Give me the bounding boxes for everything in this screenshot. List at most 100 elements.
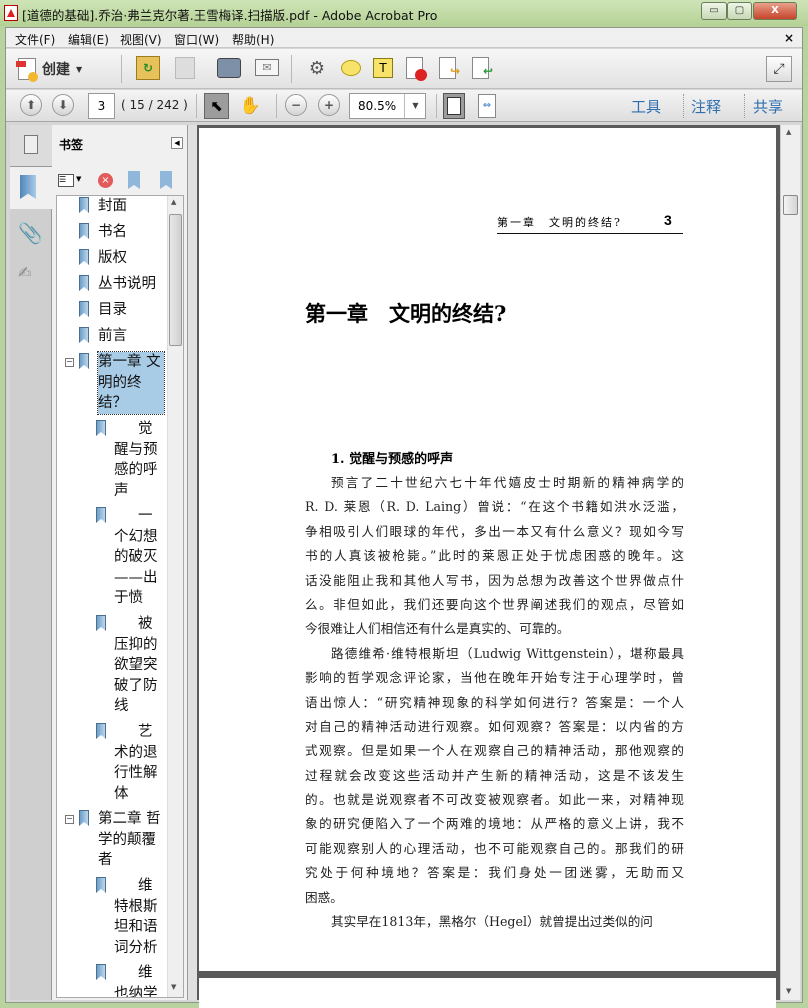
email-icon[interactable]: ✉ bbox=[255, 59, 279, 76]
comment-pane-button[interactable]: 注释 bbox=[691, 96, 721, 117]
hand-tool-icon[interactable]: ✋ bbox=[238, 93, 263, 119]
menu-edit[interactable]: 编辑(E) bbox=[68, 31, 109, 48]
scroll-down-arrow[interactable]: ▼ bbox=[786, 987, 791, 995]
text-line: 预言了二十世纪六七十年代嬉皮士时期新的精神病学的 bbox=[331, 475, 684, 490]
extract-page-icon[interactable]: ↩ bbox=[472, 57, 493, 79]
bookmark-item[interactable]: 维也纳学 bbox=[57, 963, 183, 998]
text-line: 式观察。但是如果一个人在观察自己的精神活动，那他观察的 bbox=[305, 743, 684, 759]
bookmark-label: 前言 bbox=[98, 328, 127, 344]
bookmark-label: 维也纳学 bbox=[114, 965, 158, 998]
document-scrollbar[interactable]: ▲ ▼ bbox=[780, 125, 800, 1000]
bookmark-item[interactable]: 丛书说明 bbox=[57, 274, 183, 300]
bookmark-item[interactable]: − 第二章 哲学的颠覆者 bbox=[57, 809, 183, 876]
chevron-down-icon[interactable]: ▼ bbox=[404, 94, 426, 118]
print-icon[interactable] bbox=[217, 58, 241, 78]
fullscreen-icon[interactable]: ⤢ bbox=[766, 56, 792, 82]
bookmark-item[interactable]: 书名 bbox=[57, 222, 183, 248]
zoom-out-button[interactable]: − bbox=[285, 94, 307, 116]
scroll-up-arrow[interactable]: ▲ bbox=[171, 198, 176, 206]
bookmark-label: 维特根斯坦和语词分析 bbox=[114, 878, 158, 956]
text-line: 对自己的精神活动进行观察。如何观察？答案是：以内省的方 bbox=[305, 718, 684, 734]
save-icon[interactable] bbox=[175, 57, 195, 79]
bookmark-item[interactable]: 目录 bbox=[57, 300, 183, 326]
page-number-input[interactable]: 3 bbox=[88, 93, 115, 119]
bookmark-label: 被压抑的欲望突破了防线 bbox=[114, 616, 158, 714]
menu-help[interactable]: 帮助(H) bbox=[232, 31, 274, 48]
menu-view[interactable]: 视图(V) bbox=[120, 31, 162, 48]
close-button[interactable]: X bbox=[753, 2, 797, 20]
new-bookmark-icon[interactable] bbox=[128, 171, 140, 189]
attachments-tab-paperclip-icon[interactable]: 📎 bbox=[18, 221, 43, 245]
bookmark-item[interactable]: 前言 bbox=[57, 326, 183, 352]
bookmark-label: 一个幻想的破灭——出于愤 bbox=[114, 508, 158, 606]
bookmark-item[interactable]: 一个幻想的破灭——出于愤 bbox=[57, 506, 183, 614]
bookmark-item[interactable]: 被压抑的欲望突破了防线 bbox=[57, 614, 183, 722]
menu-file[interactable]: 文件(F) bbox=[15, 31, 55, 48]
text-line: 路德维希·维特根斯坦（Ludwig Wittgenstein），堪称最具 bbox=[331, 645, 684, 661]
previous-page-button[interactable]: ⬆ bbox=[20, 94, 42, 116]
bookmark-item[interactable]: 维特根斯坦和语词分析 bbox=[57, 876, 183, 963]
options-menu-icon[interactable]: ☰ bbox=[58, 174, 74, 187]
chevron-down-icon: ▼ bbox=[76, 64, 83, 74]
scrollbar-thumb[interactable] bbox=[169, 214, 182, 346]
chevron-down-icon[interactable]: ▼ bbox=[76, 175, 81, 183]
comment-icon[interactable] bbox=[341, 60, 361, 76]
gear-icon[interactable]: ⚙ bbox=[306, 57, 328, 79]
bookmark-item[interactable]: 艺术的退行性解体 bbox=[57, 722, 183, 809]
divider bbox=[436, 94, 437, 118]
zoom-select[interactable]: 80.5% ▼ bbox=[349, 93, 426, 119]
tools-pane-button[interactable]: 工具 bbox=[631, 96, 661, 117]
bookmark-item[interactable]: 封面 bbox=[57, 196, 183, 222]
menu-window[interactable]: 窗口(W) bbox=[174, 31, 219, 48]
open-folder-icon[interactable]: ↻ bbox=[136, 56, 160, 80]
bookmark-icon bbox=[96, 420, 106, 436]
minimize-button[interactable]: ▭ bbox=[701, 2, 727, 20]
fit-width-icon[interactable]: ⇔ bbox=[478, 94, 496, 118]
body-text: 预言了二十世纪六七十年代嬉皮士时期新的精神病学的 R. D. 莱恩（R. D. L… bbox=[305, 471, 684, 934]
replace-page-icon[interactable]: ↪ bbox=[439, 57, 460, 79]
text-line: 过程就会改变这些活动并产生新的精神活动，这是不该发生 bbox=[305, 767, 684, 783]
signatures-tab-icon[interactable]: ✍ bbox=[18, 263, 31, 282]
create-button[interactable]: 创建 ▼ bbox=[16, 56, 108, 82]
delete-page-icon[interactable] bbox=[406, 57, 427, 81]
close-document-icon[interactable]: × bbox=[784, 31, 794, 45]
bookmark-item[interactable]: − 第一章 文明的终结？ bbox=[57, 351, 183, 419]
bookmark-icon bbox=[79, 301, 89, 317]
new-bookmark-from-structure-icon[interactable] bbox=[160, 171, 172, 189]
bookmark-icon bbox=[96, 723, 106, 739]
bookmark-icon bbox=[79, 810, 89, 826]
pane-splitter[interactable] bbox=[188, 125, 197, 1000]
divider bbox=[744, 94, 745, 118]
bookmark-icon bbox=[79, 197, 89, 213]
bookmarks-tab[interactable] bbox=[10, 167, 53, 209]
delete-bookmark-icon[interactable]: × bbox=[98, 173, 113, 188]
bookmark-label: 目录 bbox=[98, 302, 127, 318]
collapse-toggle[interactable]: − bbox=[65, 815, 74, 824]
next-page-button[interactable]: ⬇ bbox=[52, 94, 74, 116]
maximize-button[interactable]: ▢ bbox=[727, 2, 752, 20]
menu-bar: 文件(F) 编辑(E) 视图(V) 窗口(W) 帮助(H) × bbox=[6, 28, 802, 48]
scrollbar-thumb[interactable] bbox=[783, 195, 798, 215]
scroll-down-arrow[interactable]: ▼ bbox=[171, 983, 176, 991]
title-bar: [道德的基础].乔治·弗兰克尔著.王雪梅译.扫描版.pdf - Adobe Ac… bbox=[0, 0, 808, 26]
create-pdf-icon bbox=[16, 58, 38, 82]
select-tool-icon[interactable]: ⬉ bbox=[204, 93, 229, 119]
page-thumbnails-tab[interactable] bbox=[10, 125, 52, 167]
bookmark-scrollbar[interactable]: ▲ ▼ bbox=[167, 196, 183, 997]
text-line: 书的人真该被枪毙。”此时的莱恩正处于忧虑困惑的晚年。这 bbox=[305, 548, 684, 564]
bookmark-item[interactable]: 版权 bbox=[57, 248, 183, 274]
fit-page-icon[interactable] bbox=[443, 93, 465, 119]
bookmark-icon bbox=[79, 275, 89, 291]
collapse-panel-button[interactable]: ◀ bbox=[171, 137, 183, 149]
highlight-text-icon[interactable]: T bbox=[373, 58, 393, 78]
main-toolbar: 创建 ▼ ↻ ✉ ⚙ T ↪ ↩ ⤢ bbox=[6, 49, 802, 89]
share-pane-button[interactable]: 共享 bbox=[753, 96, 783, 117]
collapse-toggle[interactable]: − bbox=[65, 358, 74, 367]
text-line: 语出惊人：“研究精神现象的科学如何进行？答案是：一个人 bbox=[305, 694, 684, 710]
bookmark-label: 版权 bbox=[98, 250, 127, 266]
bookmark-item[interactable]: 觉醒与预感的呼声 bbox=[57, 419, 183, 506]
zoom-in-button[interactable]: + bbox=[318, 94, 340, 116]
bookmark-icon bbox=[96, 964, 106, 980]
bookmark-tree: 封面 书名版权丛书说明目录前言 − 第一章 文明的终结？ 觉醒与预感的呼声 一个幻想的破灭… bbox=[56, 195, 184, 998]
scroll-up-arrow[interactable]: ▲ bbox=[786, 128, 791, 136]
